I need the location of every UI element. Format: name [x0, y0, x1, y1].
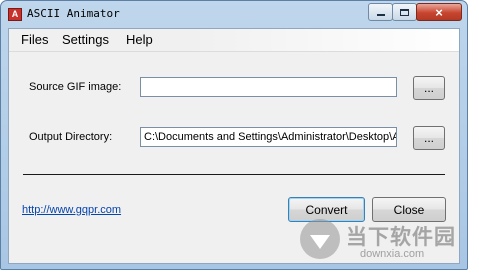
download-arrow-icon: [300, 219, 340, 259]
source-gif-input[interactable]: [140, 77, 397, 97]
browse-source-button[interactable]: ...: [413, 76, 445, 100]
menu-settings[interactable]: Settings: [62, 32, 109, 47]
divider: [23, 174, 445, 175]
maximize-icon: [400, 8, 409, 16]
watermark-text: 当下软件园: [346, 226, 456, 249]
maximize-button[interactable]: [392, 3, 417, 21]
output-directory-input[interactable]: C:\Documents and Settings\Administrator\…: [140, 127, 397, 147]
minimize-button[interactable]: [368, 3, 393, 21]
watermark: 当下软件园 downxia.com: [300, 215, 470, 267]
website-link[interactable]: http://www.gqpr.com: [22, 204, 121, 216]
close-icon: ×: [435, 4, 443, 20]
menu-files[interactable]: Files: [21, 32, 48, 47]
window-title: ASCII Animator: [27, 7, 120, 20]
title-bar[interactable]: A ASCII Animator ×: [1, 1, 467, 29]
menu-bar: Files Settings Help: [9, 29, 459, 52]
output-directory-label: Output Directory:: [29, 131, 113, 143]
minimize-icon: [376, 14, 385, 16]
menu-help[interactable]: Help: [126, 32, 153, 47]
close-window-button[interactable]: ×: [416, 3, 462, 21]
watermark-domain: downxia.com: [360, 248, 425, 260]
browse-output-button[interactable]: ...: [413, 126, 445, 150]
source-gif-label: Source GIF image:: [29, 81, 122, 93]
app-icon[interactable]: A: [8, 8, 22, 21]
